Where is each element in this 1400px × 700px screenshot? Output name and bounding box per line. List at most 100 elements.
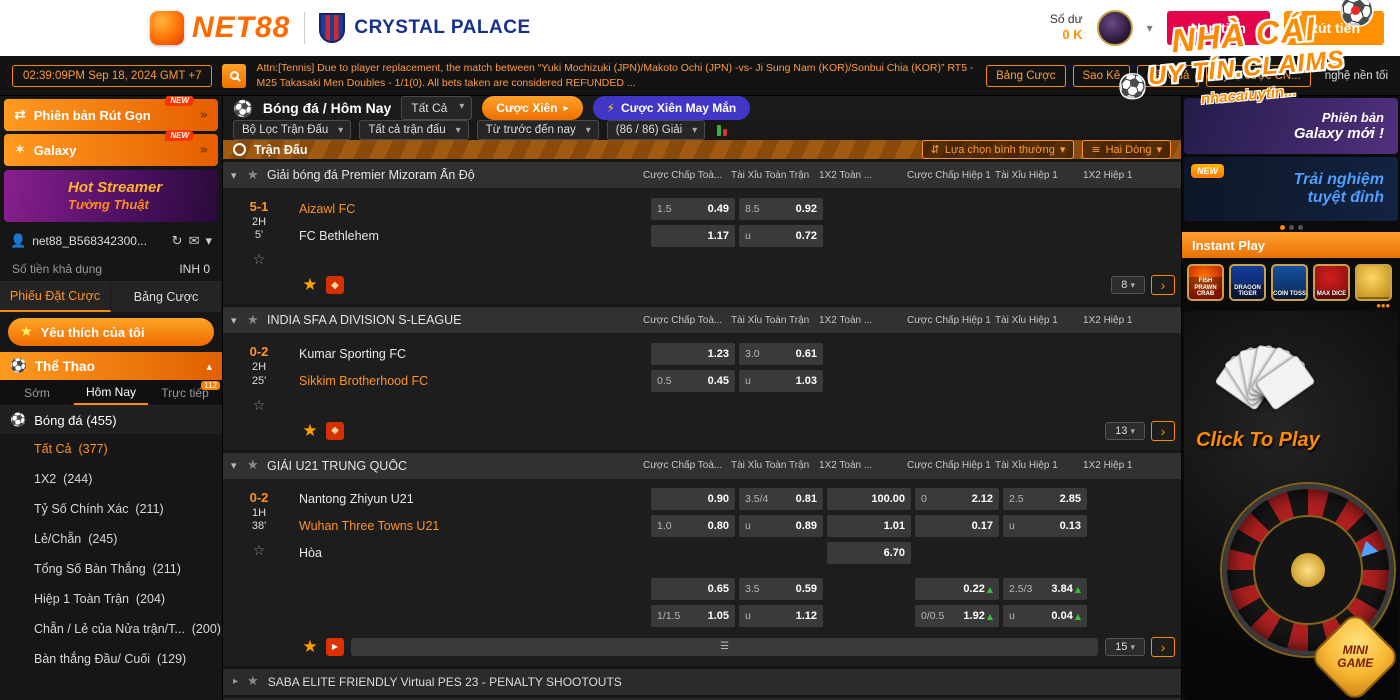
click-to-play-text[interactable]: Click To Play [1196,429,1320,452]
odds-cell[interactable]: 3.5/40.81 [739,488,823,510]
team-name[interactable]: Nantong Zhiyun U21 [295,492,651,506]
mail-icon[interactable]: ✉ [189,234,200,249]
announce-nav-button[interactable]: Bảng Cược [986,65,1065,87]
odds-cell[interactable]: 1.01 [827,515,911,537]
odds-cell[interactable]: 2.5/33.84▲ [1003,578,1087,600]
filter-dropdown[interactable]: Tất cả trận đấu [359,120,468,140]
galaxy-promo-banner[interactable]: Phiên bản Galaxy mới ! [1184,98,1398,154]
league-star-icon[interactable]: ★ [247,168,267,183]
stats-chart-icon[interactable] [717,125,727,136]
chevron-down-icon[interactable]: ▾ [1147,21,1153,35]
sidebar-menu-item[interactable]: Lẻ/Chẵn (245) [0,524,222,554]
banner-carousel-dots[interactable] [1182,225,1400,230]
odds-cell[interactable]: u0.04▲ [1003,605,1087,627]
odds-cell[interactable]: 02.12 [915,488,999,510]
sidebar-tab[interactable]: Trực tiếp112 [148,380,222,405]
announce-nav-button[interactable]: Sao Kê [1073,65,1131,87]
favorite-star-icon[interactable]: ★ [301,276,319,294]
sidebar-menu-item[interactable]: Chẵn / Lẻ của Nửa trận/T... (200) [0,614,222,644]
announcement-ticker[interactable]: Attn:[Tennis] Due to player replacement,… [256,61,976,89]
parlay-button[interactable]: Cược Xiên▸ [482,96,582,120]
odds-cell[interactable]: 0/0.51.92▲ [915,605,999,627]
withdraw-button[interactable]: Rút tiền [1284,11,1384,45]
collapse-chevron-icon[interactable]: ▾ [231,169,247,182]
sidebar-tab[interactable]: Sớm [0,380,74,405]
instant-game-tile[interactable]: COIN TOSS [1271,264,1308,301]
favorite-star-icon[interactable]: ★ [301,638,319,656]
odds-cell[interactable]: 100.00 [827,488,911,510]
odds-cell[interactable]: 0.90 [651,488,735,510]
league-header[interactable]: ▾ ★ INDIA SFA A DIVISION S-LEAGUE Cược C… [223,307,1181,333]
odds-cell[interactable]: u0.89 [739,515,823,537]
deposit-button[interactable]: Nạp tiền [1167,11,1270,45]
sidebar-menu-item[interactable]: Tỷ Số Chính Xác (211) [0,494,222,524]
team-name[interactable]: Wuhan Three Towns U21 [295,519,651,533]
brand-logo[interactable]: NET88 [150,11,290,45]
match-star-icon[interactable]: ☆ [253,398,266,414]
refresh-icon[interactable]: ↻ [172,234,183,249]
instant-game-tile[interactable]: MAX DICE [1313,264,1350,301]
odds-cell[interactable]: 0.50.45 [651,370,735,392]
casino-card-icon[interactable]: ◆ [326,276,344,294]
instant-game-tile[interactable] [1355,264,1392,301]
theme-label[interactable]: nghệ nền tối [1325,70,1388,82]
team-name[interactable]: Sikkim Brotherhood FC [295,374,651,388]
odds-cell[interactable]: 0.65 [651,578,735,600]
partner-logo[interactable]: CRYSTAL PALACE [319,13,530,43]
team-name[interactable]: FC Bethlehem [295,229,651,243]
market-count-select[interactable]: 8 ▾ [1111,276,1145,294]
league-star-icon[interactable]: ★ [247,458,267,473]
hot-streamer-banner[interactable]: Hot Streamer Tường Thuật [4,170,218,222]
stream-play-icon[interactable]: ▶ [326,638,344,656]
sidebar-menu-item[interactable]: Hiệp 1 Toàn Trận (204) [0,584,222,614]
team-name[interactable]: Aizawl FC [295,202,651,216]
collapse-chevron-icon[interactable]: ▾ [231,459,247,472]
odds-cell[interactable]: 1.17 [651,225,735,247]
league-star-icon[interactable]: ★ [247,674,259,689]
next-markets-button[interactable]: › [1151,637,1175,657]
instant-game-tile[interactable]: FISH PRAWN CRAB [1187,264,1224,301]
tab-bet-board[interactable]: Bảng Cược [111,282,222,312]
odds-cell[interactable]: 0.17 [915,515,999,537]
odds-cell[interactable]: 1/1.51.05 [651,605,735,627]
sports-section-header[interactable]: ⚽ Thể Thao ▴ [0,352,222,380]
tab-bet-slip[interactable]: Phiếu Đặt Cược [0,282,111,312]
odds-cell[interactable]: 6.70 [827,542,911,564]
favorite-star-icon[interactable]: ★ [301,422,319,440]
football-category[interactable]: ⚽ Bóng đá (455) [0,406,222,434]
odds-cell[interactable]: 1.50.49 [651,198,735,220]
sidebar-menu-item[interactable]: Bàn thắng Đầu/ Cuối (129) [0,644,222,674]
quick-version-banner[interactable]: ⇄ Phiên bản Rút Gọn NEW » [4,99,218,131]
odds-cell[interactable]: u0.13 [1003,515,1087,537]
announce-nav-button[interactable]: Kết Quả [1137,65,1199,87]
odds-cell[interactable]: 1.00.80 [651,515,735,537]
sidebar-menu-item[interactable]: Tổng Số Bàn Thắng (211) [0,554,222,584]
chevron-down-icon[interactable]: ▾ [205,234,212,249]
galaxy-banner[interactable]: ✶ Galaxy NEW » [4,134,218,166]
collapse-chevron-icon[interactable]: ▾ [231,314,247,327]
announce-nav-button[interactable]: Tỷ lệ cược CN... [1206,65,1310,87]
collapsed-league-row[interactable]: ▸ ★ SABA ELITE FRIENDLY Virtual PES 23 -… [223,669,1181,695]
filter-dropdown[interactable]: Từ trước đến nay [477,120,599,140]
odds-cell[interactable]: 0.22▲ [915,578,999,600]
odds-cell[interactable]: 3.00.61 [739,343,823,365]
favorites-button[interactable]: ★ Yêu thích của tôi [8,318,214,346]
odds-cell[interactable]: 3.50.59 [739,578,823,600]
match-star-icon[interactable]: ☆ [253,252,266,268]
odds-cell[interactable]: 2.52.85 [1003,488,1087,510]
league-header[interactable]: ▾ ★ Giải bóng đá Premier Mizoram Ấn Độ C… [223,162,1181,188]
filter-dropdown[interactable]: Bộ Lọc Trận Đấu [233,120,351,140]
expand-chevron-icon[interactable]: ▸ [233,676,238,687]
casino-card-icon[interactable]: ◆ [326,422,344,440]
all-filter-select[interactable]: Tất Cả [401,96,472,120]
row-mode-select[interactable]: ≡Hai Dòng▾ [1082,140,1171,159]
lucky-parlay-button[interactable]: ⚡Cược Xiên May Mắn [593,96,751,120]
market-count-select[interactable]: 13 ▾ [1105,422,1145,440]
search-button[interactable] [222,64,246,88]
team-name[interactable]: Kumar Sporting FC [295,347,651,361]
match-star-icon[interactable]: ☆ [253,543,266,559]
market-count-select[interactable]: 15 ▾ [1105,638,1145,656]
odds-cell[interactable]: 1.23 [651,343,735,365]
stats-menu-icon[interactable]: ☰ [351,638,1098,656]
league-star-icon[interactable]: ★ [247,313,267,328]
